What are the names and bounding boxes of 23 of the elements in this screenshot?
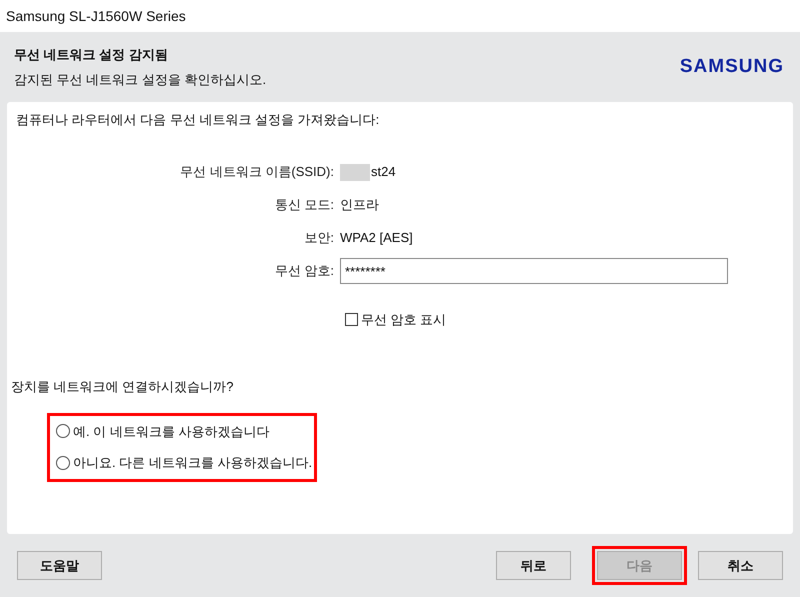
intro-text: 컴퓨터나 라우터에서 다음 무선 네트워크 설정을 가져왔습니다: bbox=[16, 112, 380, 127]
back-button[interactable]: 뒤로 bbox=[496, 551, 571, 580]
checkbox[interactable] bbox=[345, 312, 358, 326]
password-field[interactable]: ******** bbox=[340, 258, 728, 284]
field-label: 보안: bbox=[303, 229, 335, 248]
brand-logo: SAMSUNG bbox=[680, 54, 784, 79]
radio-label: 예. 이 네트워크를 사용하겠습니다 bbox=[73, 422, 270, 440]
radio-button[interactable] bbox=[56, 456, 70, 470]
window-title: Samsung SL-J1560W Series bbox=[6, 6, 186, 26]
field-value: 인프라 bbox=[340, 196, 379, 214]
field-label: 통신 모드: bbox=[274, 196, 335, 214]
field-value: st24 bbox=[371, 163, 396, 182]
page-title: 무선 네트워크 설정 감지됨 bbox=[14, 46, 169, 64]
checkbox-label: 무선 암호 표시 bbox=[361, 310, 446, 328]
question-text: 장치를 네트워크에 연결하시겠습니까? bbox=[11, 379, 234, 394]
radio-button[interactable] bbox=[56, 424, 70, 438]
cancel-button[interactable]: 취소 bbox=[698, 551, 783, 580]
help-button[interactable]: 도움말 bbox=[17, 551, 102, 580]
radio-label: 아니요. 다른 네트워크를 사용하겠습니다. bbox=[73, 454, 312, 472]
field-label: 무선 네트워크 이름(SSID): bbox=[179, 163, 335, 182]
field-value: WPA2 [AES] bbox=[340, 229, 413, 248]
field-label: 무선 암호: bbox=[274, 262, 335, 280]
page-subtitle: 감지된 무선 네트워크 설정을 확인하십시오. bbox=[14, 71, 266, 89]
